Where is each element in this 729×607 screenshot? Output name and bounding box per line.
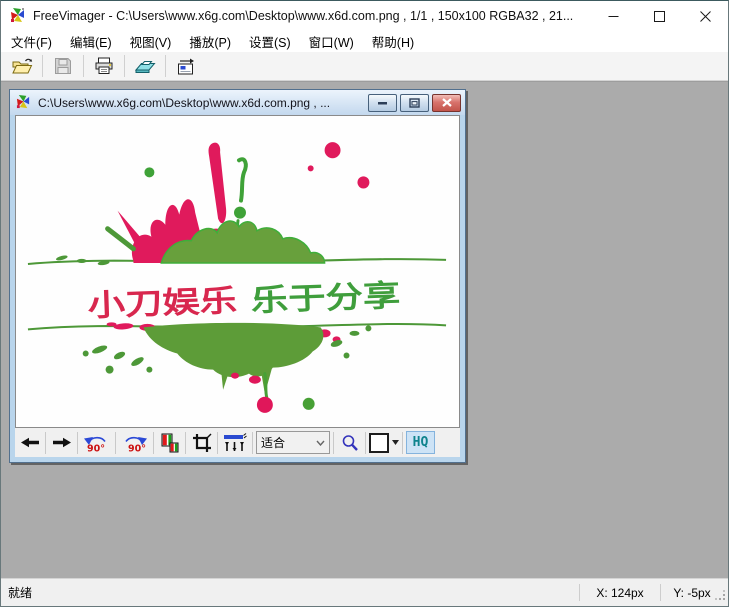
logo-image: 小刀娱乐 乐于分享 [16, 116, 459, 427]
mdi-client-area: C:\Users\www.x6g.com\Desktop\www.x6d.com… [1, 81, 728, 578]
print-icon [94, 57, 114, 75]
toolbar-separator [153, 432, 154, 454]
zoom-mode-select[interactable]: 适合 [256, 431, 330, 454]
menu-item-edit[interactable]: 编辑(E) [61, 29, 121, 54]
rotate-cw-button[interactable]: 90° [119, 431, 150, 455]
print-button[interactable] [88, 54, 120, 79]
toolbar-separator [185, 432, 186, 454]
logo-text-green: 乐于分享 [250, 278, 400, 318]
title-bar[interactable]: FreeVimager - C:\Users\www.x6g.com\Deskt… [1, 1, 728, 31]
close-icon [700, 11, 711, 22]
toolbar-separator [77, 432, 78, 454]
color-swap-icon [160, 433, 180, 453]
close-icon [442, 98, 452, 107]
zoom-mode-value: 适合 [261, 434, 285, 451]
window-controls [590, 1, 728, 31]
toolbar-separator [83, 55, 84, 77]
open-folder-icon [12, 58, 33, 75]
app-window: FreeVimager - C:\Users\www.x6g.com\Deskt… [0, 0, 729, 607]
minimize-icon [608, 11, 619, 22]
toolbar-separator [115, 432, 116, 454]
rotate-cw-label: 90° [128, 443, 146, 453]
rotate-ccw-button[interactable]: 90° [81, 431, 112, 455]
minimize-icon [377, 98, 388, 107]
color-adjust-button[interactable] [157, 431, 182, 455]
cursor-y-readout: Y: -5px [661, 579, 723, 606]
next-image-button[interactable] [49, 431, 74, 455]
status-bar: 就绪 X: 124px Y: -5px [1, 578, 728, 606]
email-icon [176, 58, 196, 75]
hq-toggle-button[interactable]: HQ [406, 431, 435, 454]
viewer-toolbar: 90° 90° [15, 428, 460, 457]
child-close-button[interactable] [432, 94, 461, 112]
menu-item-window[interactable]: 窗口(W) [300, 29, 363, 54]
menu-item-settings[interactable]: 设置(S) [240, 29, 300, 54]
resize-grip[interactable] [715, 590, 726, 604]
logo-text-red: 小刀娱乐 [87, 284, 237, 324]
zoom-tool-button[interactable] [337, 431, 362, 455]
email-button[interactable] [170, 54, 202, 79]
cursor-x-readout: X: 124px [580, 579, 660, 606]
save-button[interactable] [47, 54, 79, 79]
child-window-title: C:\Users\www.x6g.com\Desktop\www.x6d.com… [38, 96, 365, 110]
menu-item-help[interactable]: 帮助(H) [363, 29, 423, 54]
rotate-ccw-label: 90° [87, 443, 105, 453]
scan-icon [135, 58, 156, 74]
toolbar-separator [402, 432, 403, 454]
chevron-down-icon [316, 440, 325, 446]
menu-item-view[interactable]: 视图(V) [121, 29, 181, 54]
menu-bar: 文件(F) 编辑(E) 视图(V) 播放(P) 设置(S) 窗口(W) 帮助(H… [1, 31, 728, 52]
background-color-swatch [369, 433, 389, 453]
image-child-window: C:\Users\www.x6g.com\Desktop\www.x6d.com… [9, 89, 466, 463]
image-view[interactable]: 小刀娱乐 乐于分享 [15, 115, 460, 428]
toolbar-separator [333, 432, 334, 454]
toolbar-separator [124, 55, 125, 77]
toolbar-separator [45, 432, 46, 454]
toolbar-separator [165, 55, 166, 77]
chevron-down-icon [392, 440, 399, 445]
crop-button[interactable] [189, 431, 214, 455]
crop-icon [192, 433, 212, 453]
restore-icon [409, 98, 420, 108]
minimize-button[interactable] [590, 1, 636, 31]
child-title-bar[interactable]: C:\Users\www.x6g.com\Desktop\www.x6d.com… [10, 90, 465, 115]
levels-icon [223, 433, 247, 453]
maximize-icon [654, 11, 665, 22]
freevimager-pinwheel-icon [16, 94, 31, 112]
levels-button[interactable] [221, 431, 249, 455]
menu-item-file[interactable]: 文件(F) [2, 29, 61, 54]
rotate-ccw-icon: 90° [83, 433, 110, 453]
child-restore-button[interactable] [400, 94, 429, 112]
toolbar-separator [365, 432, 366, 454]
child-minimize-button[interactable] [368, 94, 397, 112]
status-ready-text: 就绪 [1, 584, 32, 601]
close-button[interactable] [682, 1, 728, 31]
menu-item-play[interactable]: 播放(P) [180, 29, 240, 54]
prev-image-icon [20, 436, 40, 449]
rotate-cw-icon: 90° [121, 433, 148, 453]
toolbar-separator [42, 55, 43, 77]
freevimager-pinwheel-icon [10, 7, 26, 26]
save-floppy-icon [54, 57, 72, 75]
next-image-icon [52, 436, 72, 449]
open-button[interactable] [6, 54, 38, 79]
scan-button[interactable] [129, 54, 161, 79]
background-color-button[interactable] [369, 433, 399, 453]
toolbar-separator [217, 432, 218, 454]
window-title: FreeVimager - C:\Users\www.x6g.com\Deskt… [33, 9, 590, 23]
main-toolbar [1, 52, 728, 81]
prev-image-button[interactable] [17, 431, 42, 455]
zoom-tool-icon [341, 434, 359, 452]
toolbar-separator [252, 432, 253, 454]
maximize-button[interactable] [636, 1, 682, 31]
